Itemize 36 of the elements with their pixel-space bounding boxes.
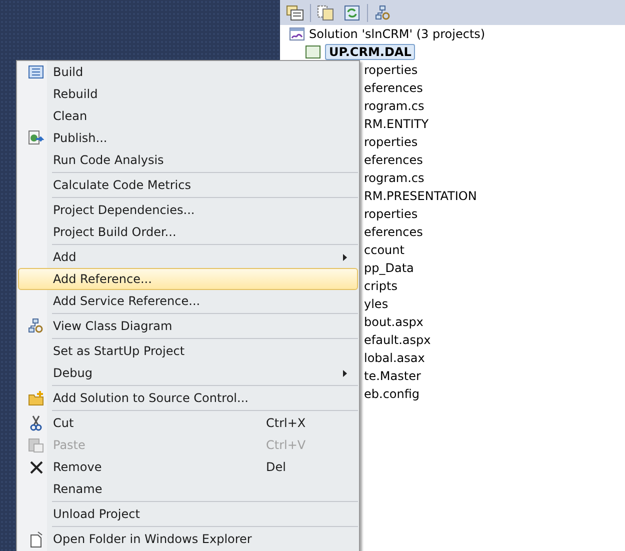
menu-item[interactable]: Add Reference...: [18, 268, 358, 290]
menu-item[interactable]: Unload Project: [18, 503, 358, 525]
menu-item[interactable]: Add Solution to Source Control...: [18, 387, 358, 409]
properties-icon: [286, 4, 304, 20]
project-label[interactable]: UP.CRM.DAL: [325, 44, 416, 60]
menu-item[interactable]: Rename: [18, 478, 358, 500]
menu-item[interactable]: Clean: [18, 105, 358, 127]
menu-item[interactable]: Add: [18, 246, 358, 268]
menu-item[interactable]: Publish...: [18, 127, 358, 149]
menu-item[interactable]: Project Build Order...: [18, 221, 358, 243]
menu-item[interactable]: Set as StartUp Project: [18, 340, 358, 362]
solution-icon: [289, 26, 305, 42]
scissors-icon: [30, 415, 42, 431]
menu-item[interactable]: Rebuild: [18, 83, 358, 105]
class-diagram-icon: [375, 4, 391, 20]
folder-icon: [28, 390, 44, 406]
build-icon: [28, 65, 44, 79]
menu-item[interactable]: Run Code Analysis: [18, 149, 358, 171]
menu-item[interactable]: Project Dependencies...: [18, 199, 358, 221]
solution-label[interactable]: Solution 'slnCRM' (3 projects): [309, 27, 486, 41]
class-diagram-icon: [28, 318, 44, 334]
menu-item[interactable]: Add Service Reference...: [18, 290, 358, 312]
menu-item[interactable]: Open Folder in Windows Explorer: [18, 528, 358, 550]
paste-icon: [28, 437, 44, 453]
documents-icon: [317, 4, 335, 20]
document-icon: [30, 530, 42, 548]
menu-item[interactable]: Build: [18, 61, 358, 83]
menu-item[interactable]: Calculate Code Metrics: [18, 174, 358, 196]
remove-icon: [30, 460, 42, 474]
publish-icon: [28, 130, 44, 146]
menu-item[interactable]: Cut Ctrl+X: [18, 412, 358, 434]
project-icon: [305, 44, 321, 60]
menu-item[interactable]: Remove Del: [18, 456, 358, 478]
refresh-icon: [344, 4, 360, 20]
menu-item[interactable]: View Class Diagram: [18, 315, 358, 337]
menu-item[interactable]: Debug: [18, 362, 358, 384]
